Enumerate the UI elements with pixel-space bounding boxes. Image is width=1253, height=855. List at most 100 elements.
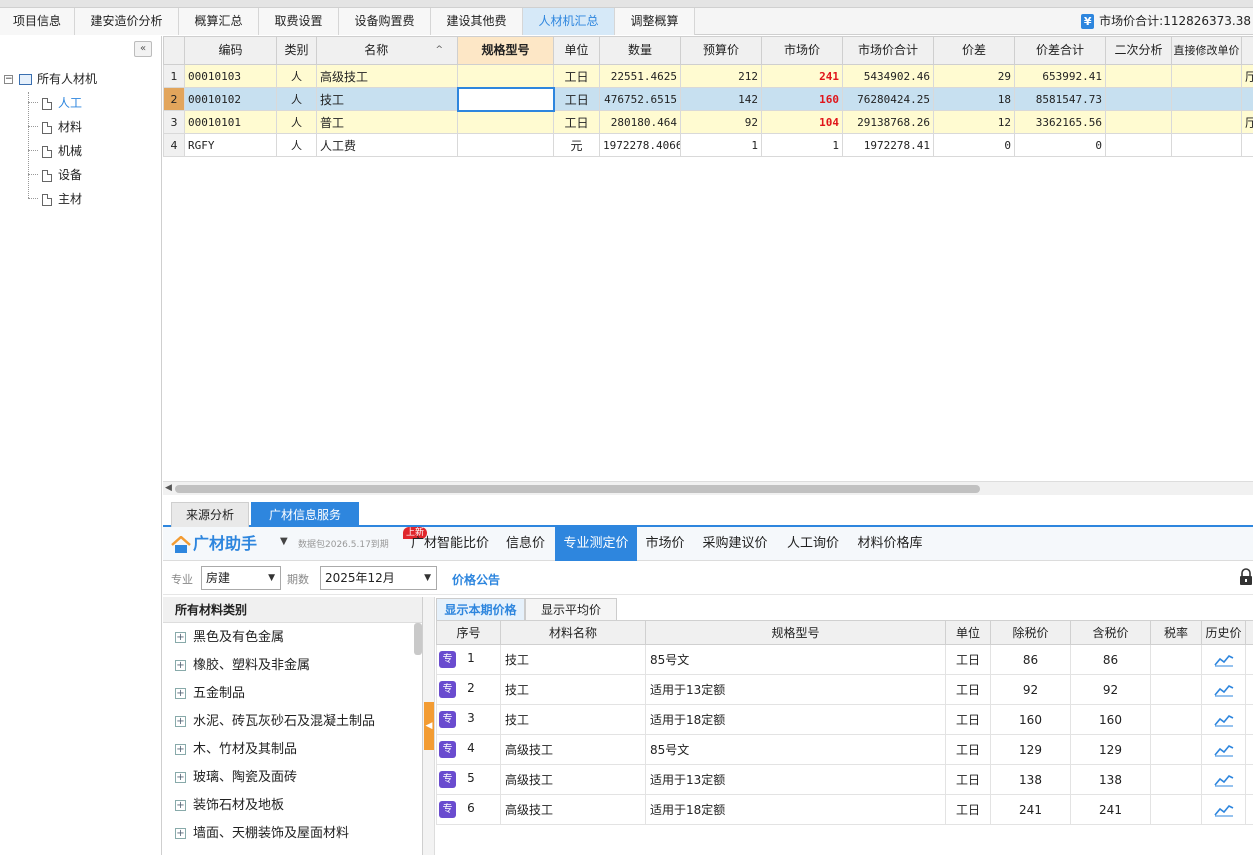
lock-icon[interactable] [1239, 568, 1253, 586]
expand-icon[interactable]: + [175, 688, 186, 699]
cell-code[interactable]: 00010101 [184, 110, 277, 134]
category-item[interactable]: + 玻璃、陶瓷及面砖 [175, 764, 297, 792]
cell-material-name[interactable]: 技工 [500, 704, 646, 735]
cell-code[interactable]: RGFY [184, 133, 277, 157]
tree-item-material[interactable]: 材料 [42, 117, 82, 137]
price-row[interactable]: 专 4 高级技工 85号文 工日 129 129 [436, 734, 1253, 765]
nav-smart-compare[interactable]: 广材智能比价 [407, 527, 493, 561]
cell-tax-rate[interactable] [1150, 764, 1202, 795]
cell-unit[interactable]: 工日 [945, 674, 991, 705]
collapse-panel-button[interactable]: « [134, 41, 152, 57]
cell-tax-incl-price[interactable]: 160 [1070, 704, 1151, 735]
tab-equipment-purchase[interactable]: 设备购置费 [339, 8, 431, 35]
cell-material-name[interactable]: 技工 [500, 644, 646, 675]
horizontal-scrollbar[interactable]: ◀ [163, 481, 1253, 495]
category-item[interactable]: + 装饰石材及地板 [175, 792, 284, 820]
category-item[interactable]: + 橡胶、塑料及非金属 [175, 652, 310, 680]
cell-spec[interactable] [457, 64, 554, 88]
scrollbar-thumb[interactable] [175, 485, 980, 493]
tab-labor-material-machine[interactable]: 人材机汇总 [523, 8, 615, 35]
category-item[interactable]: + 五金制品 [175, 680, 245, 708]
tab-current-price[interactable]: 显示本期价格 [436, 598, 525, 620]
category-item[interactable]: + 墙面、天棚装饰及屋面材料 [175, 820, 349, 848]
cell-secondary-analysis[interactable] [1105, 110, 1172, 134]
expand-icon[interactable]: + [175, 716, 186, 727]
trend-chart-icon[interactable] [1213, 743, 1234, 757]
cell-tax-incl-price[interactable]: 241 [1070, 794, 1151, 825]
price-row[interactable]: 专 5 高级技工 适用于13定额 工日 138 138 [436, 764, 1253, 795]
cell-secondary-analysis[interactable] [1105, 133, 1172, 157]
cell-market-price[interactable]: 241 [761, 64, 843, 88]
header-direct-edit-price[interactable]: 直接修改单价 [1171, 36, 1242, 65]
guangcai-logo[interactable]: 广材助手 [171, 532, 257, 556]
table-row[interactable]: 3 00010101 人 普工 工日 280180.464 92 104 291… [163, 110, 1253, 134]
cell-spec[interactable] [457, 110, 554, 134]
cell-name[interactable]: 普工 [316, 110, 458, 134]
cell-unit[interactable]: 元 [553, 133, 600, 157]
cell-history[interactable] [1201, 794, 1246, 825]
trend-chart-icon[interactable] [1213, 713, 1234, 727]
cell-secondary-analysis[interactable] [1105, 64, 1172, 88]
header-name[interactable]: 名称 ^ [316, 36, 458, 65]
cell-quantity[interactable]: 280180.464 [599, 110, 681, 134]
cell-type[interactable]: 人 [276, 133, 317, 157]
price-row[interactable]: 专 3 技工 适用于18定额 工日 160 160 [436, 704, 1253, 735]
tree-collapse-icon[interactable]: − [4, 75, 13, 84]
category-item[interactable]: + 木、竹材及其制品 [175, 736, 297, 764]
cell-unit[interactable]: 工日 [553, 87, 600, 111]
cell-direct-edit-price[interactable] [1171, 110, 1242, 134]
trend-chart-icon[interactable] [1213, 803, 1234, 817]
cell-direct-edit-price[interactable] [1171, 133, 1242, 157]
tree-item-equipment[interactable]: 设备 [42, 165, 82, 185]
cell-name[interactable]: 高级技工 [316, 64, 458, 88]
cell-secondary-analysis[interactable] [1105, 87, 1172, 111]
cell-market-price[interactable]: 160 [761, 87, 843, 111]
cell-ex-tax-price[interactable]: 138 [990, 764, 1071, 795]
header-diff-total[interactable]: 价差合计 [1014, 36, 1106, 65]
cell-tax-rate[interactable] [1150, 674, 1202, 705]
cell-history[interactable] [1201, 674, 1246, 705]
nav-info-price[interactable]: 信息价 [498, 527, 553, 561]
price-row[interactable]: 专 6 高级技工 适用于18定额 工日 241 241 [436, 794, 1253, 825]
header-market-total[interactable]: 市场价合计 [842, 36, 934, 65]
trend-chart-icon[interactable] [1213, 683, 1234, 697]
cell-budget-price[interactable]: 1 [680, 133, 762, 157]
tree-item-main-material[interactable]: 主材 [42, 189, 82, 209]
header-unit[interactable]: 单位 [553, 36, 600, 65]
header-budget-price[interactable]: 预算价 [680, 36, 762, 65]
cell-ex-tax-price[interactable]: 241 [990, 794, 1071, 825]
cell-quantity[interactable]: 1972278.4066 [599, 133, 681, 157]
cell-unit[interactable]: 工日 [553, 64, 600, 88]
cell-market-price[interactable]: 1 [761, 133, 843, 157]
header-type[interactable]: 类别 [276, 36, 317, 65]
cell-ex-tax-price[interactable]: 129 [990, 734, 1071, 765]
cell-quantity[interactable]: 476752.6515 [599, 87, 681, 111]
cell-unit[interactable]: 工日 [945, 734, 991, 765]
nav-material-price-library[interactable]: 材料价格库 [851, 527, 929, 561]
price-row[interactable]: 专 2 技工 适用于13定额 工日 92 92 [436, 674, 1253, 705]
price-row[interactable]: 专 1 技工 85号文 工日 86 86 [436, 644, 1253, 675]
header-market-price[interactable]: 市场价 [761, 36, 843, 65]
tab-other-construction[interactable]: 建设其他费 [431, 8, 523, 35]
category-item[interactable]: + 黑色及有色金属 [175, 624, 284, 652]
cell-material-name[interactable]: 高级技工 [500, 734, 646, 765]
cell-budget-price[interactable]: 92 [680, 110, 762, 134]
cell-spec-model[interactable]: 85号文 [645, 644, 946, 675]
tree-item-machine[interactable]: 机械 [42, 141, 82, 161]
sort-asc-icon[interactable]: ^ [435, 44, 443, 57]
collapse-left-icon[interactable]: ◀ [424, 702, 434, 750]
trend-chart-icon[interactable] [1213, 773, 1234, 787]
header-price-diff[interactable]: 价差 [933, 36, 1015, 65]
header-material-name[interactable]: 材料名称 [500, 620, 646, 645]
cell-history[interactable] [1201, 704, 1246, 735]
tab-source-analysis[interactable]: 来源分析 [171, 502, 249, 527]
nav-purchase-advice[interactable]: 采购建议价 [695, 527, 775, 561]
cell-code[interactable]: 00010102 [184, 87, 277, 111]
expand-icon[interactable]: + [175, 800, 186, 811]
price-notice-link[interactable]: 价格公告 [452, 571, 500, 588]
cell-budget-price[interactable]: 142 [680, 87, 762, 111]
tab-average-price[interactable]: 显示平均价 [525, 598, 617, 620]
header-secondary-analysis[interactable]: 二次分析 [1105, 36, 1172, 65]
cell-spec-model[interactable]: 适用于18定额 [645, 704, 946, 735]
tab-fee-settings[interactable]: 取费设置 [259, 8, 339, 35]
